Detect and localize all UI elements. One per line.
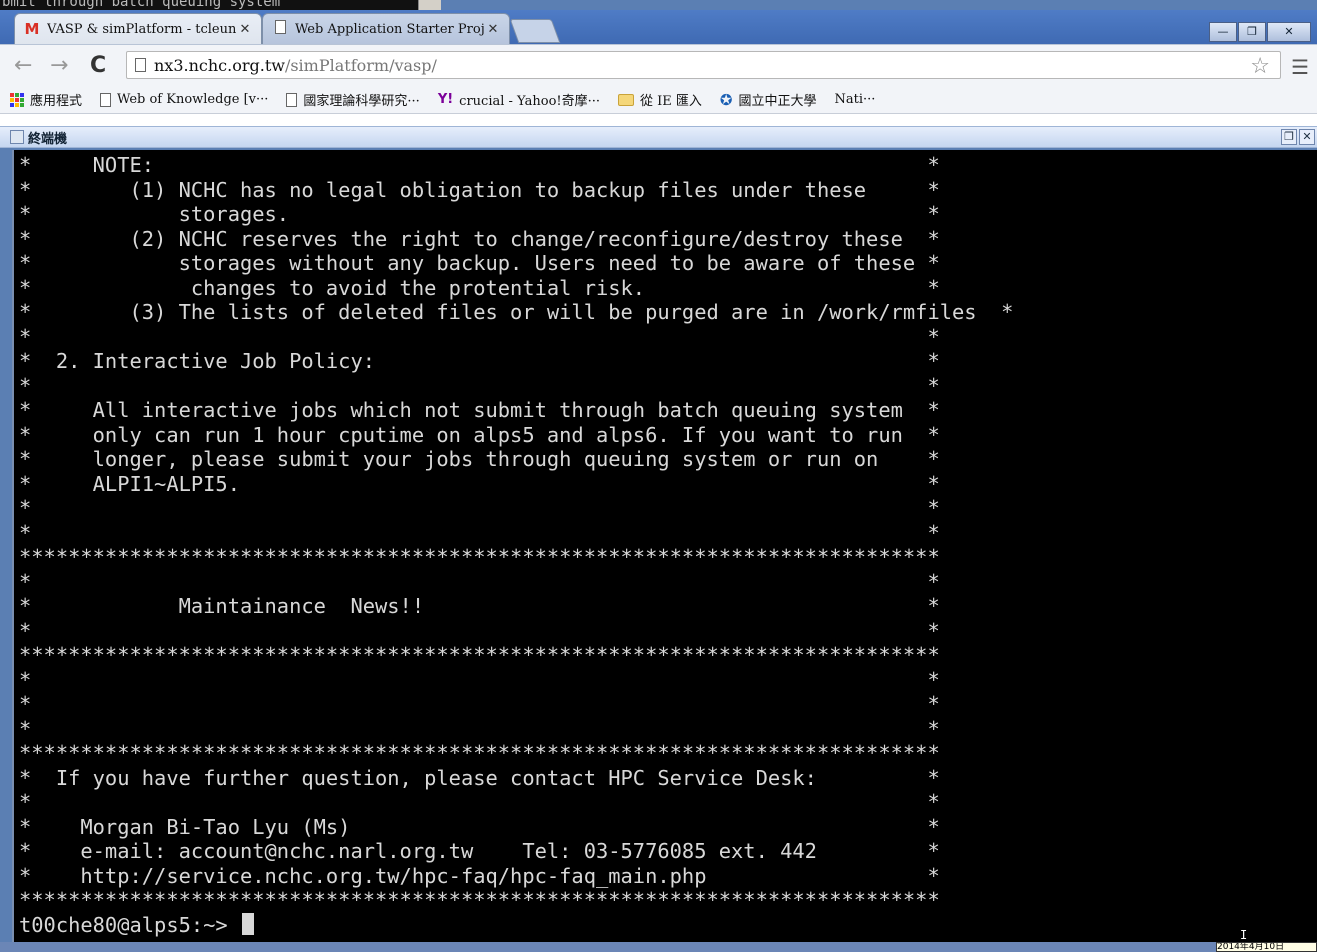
page-icon [100, 92, 112, 107]
background-terminal-text: bmit through batch queuing system [0, 0, 422, 10]
panel-controls: ❐ ✕ [1281, 129, 1315, 145]
terminal-line: * (1) NCHC has no legal obligation to ba… [19, 177, 940, 202]
close-window-button[interactable]: ✕ [1267, 22, 1311, 42]
gmail-icon: M [24, 20, 40, 38]
terminal-line: * e-mail: account@nchc.narl.org.tw Tel: … [19, 839, 940, 863]
taskbar [0, 942, 1317, 952]
terminal-line: * changes to avoid the protential risk. … [19, 275, 940, 300]
bookmark-ccu[interactable]: ✪ 國立中正大學 [719, 90, 817, 110]
shell-prompt: t00che80@alps5:~> [19, 912, 240, 937]
terminal-line: * * [19, 667, 940, 692]
terminal-line: * * [19, 569, 940, 594]
page-icon [271, 20, 289, 38]
bookmark-star-icon[interactable]: ☆ [1250, 54, 1270, 79]
apps-grid-icon [10, 92, 24, 107]
terminal-lines: * NOTE: * * (1) NCHC has no legal obliga… [19, 153, 1013, 912]
terminal-line: * * [19, 618, 940, 643]
close-panel-icon[interactable]: ✕ [1299, 129, 1315, 145]
bookmark-label: 應用程式 [30, 94, 83, 109]
terminal-line: * (3) The lists of deleted files or will… [19, 300, 1014, 324]
bookmark-label: 國立中正大學 [738, 94, 817, 109]
browser-tab-strip: M VASP & simPlatform - tcleun ✕ Web Appl… [0, 10, 1317, 44]
yahoo-icon: Y! [437, 92, 454, 107]
new-tab-button[interactable] [509, 19, 561, 43]
bookmark-nati[interactable]: Nati··· [835, 92, 876, 107]
bookmark-label: Web of Knowledge [v··· [117, 92, 269, 107]
close-icon[interactable]: ✕ [485, 22, 501, 37]
bookmarks-bar: 應用程式 Web of Knowledge [v··· 國家理論科學研究··· … [0, 86, 1317, 114]
terminal-line: * * [19, 716, 940, 741]
back-arrow-icon[interactable]: ← [14, 53, 32, 78]
tab-web-application[interactable]: Web Application Starter Proje ✕ [262, 13, 510, 44]
bookmark-apps[interactable]: 應用程式 [10, 90, 82, 109]
terminal-line: ****************************************… [19, 643, 940, 667]
restore-button[interactable]: ❐ [1238, 22, 1266, 42]
bookmark-label: 從 IE 匯入 [640, 94, 702, 109]
bookmark-national-theory-center[interactable]: 國家理論科學研究··· [286, 90, 420, 109]
restore-panel-icon[interactable]: ❐ [1281, 129, 1297, 145]
terminal-line: * * [19, 496, 940, 520]
terminal-line: * * [19, 790, 940, 814]
bookmark-crucial-yahoo[interactable]: Y! crucial - Yahoo!奇摩··· [438, 90, 600, 109]
url-host: nx3.nchc.org.tw [154, 55, 285, 75]
tab-vasp[interactable]: M VASP & simPlatform - tcleun ✕ [14, 13, 262, 44]
bookmark-label: 國家理論科學研究··· [303, 94, 420, 109]
terminal-line: * 2. Interactive Job Policy: * [19, 349, 940, 373]
terminal-line: ****************************************… [19, 741, 940, 765]
terminal-line: * http://service.nchc.org.tw/hpc-faq/hpc… [19, 863, 940, 888]
minimize-button[interactable]: — [1209, 22, 1237, 42]
menu-icon[interactable]: ☰ [1291, 55, 1309, 79]
terminal-panel-header: 終端機 ❐ ✕ [0, 126, 1317, 148]
terminal-line: * only can run 1 hour cputime on alps5 a… [19, 422, 940, 447]
terminal-output: * NOTE: * * (1) NCHC has no legal obliga… [14, 150, 1317, 937]
terminal-line: * storages without any backup. Users nee… [19, 251, 940, 275]
background-scrollbar [418, 0, 441, 10]
terminal-window[interactable]: * NOTE: * * (1) NCHC has no legal obliga… [12, 150, 1317, 942]
terminal-panel-icon [10, 130, 24, 144]
browser-toolbar: ← → C nx3.nchc.org.tw/simPlatform/vasp/ … [0, 44, 1317, 86]
url-path: /simPlatform/vasp/ [284, 55, 437, 75]
address-bar[interactable]: nx3.nchc.org.tw/simPlatform/vasp/ ☆ [126, 51, 1281, 79]
bookmark-label: Nati··· [834, 92, 876, 107]
tab-title: VASP & simPlatform - tcleun [47, 21, 237, 37]
page-top-strip [0, 114, 1317, 126]
left-gutter [0, 150, 12, 952]
terminal-line: * longer, please submit your jobs throug… [19, 447, 940, 471]
taskbar-clock[interactable]: 2014年4月10日 [1216, 942, 1317, 952]
text-cursor [241, 912, 254, 935]
terminal-line: * If you have further question, please c… [19, 765, 940, 790]
terminal-line: * * [19, 373, 940, 398]
page-icon [286, 92, 298, 107]
bookmark-label: crucial - Yahoo!奇摩··· [459, 94, 601, 109]
terminal-line: ****************************************… [19, 545, 940, 569]
terminal-line: ****************************************… [19, 888, 940, 912]
terminal-line: * NOTE: * [19, 153, 940, 177]
window-controls: — ❐ ✕ [1209, 22, 1311, 42]
page-icon [135, 58, 146, 72]
folder-icon [618, 93, 635, 106]
forward-arrow-icon[interactable]: → [50, 53, 68, 78]
terminal-line: * ALPI1~ALPI5. * [19, 471, 940, 496]
terminal-line: * (2) NCHC reserves the right to change/… [19, 226, 940, 251]
terminal-line: * Maintainance News!! * [19, 594, 940, 618]
tab-title: Web Application Starter Proje [295, 21, 485, 37]
terminal-line: * * [19, 520, 940, 545]
close-icon[interactable]: ✕ [237, 22, 253, 37]
bookmark-folder-ie-import[interactable]: 從 IE 匯入 [618, 90, 702, 109]
panel-title: 終端機 [28, 131, 68, 147]
bookmark-web-of-knowledge[interactable]: Web of Knowledge [v··· [100, 92, 268, 107]
terminal-line: * All interactive jobs which not submit … [19, 398, 940, 422]
reload-icon[interactable]: C [90, 53, 106, 78]
terminal-line: * * [19, 692, 940, 716]
mouse-ibeam-icon: I [1240, 928, 1248, 942]
terminal-line: * storages. * [19, 202, 940, 226]
ccu-logo-icon: ✪ [719, 90, 733, 109]
terminal-line: * Morgan Bi-Tao Lyu (Ms) * [19, 814, 940, 839]
terminal-line: * * [19, 324, 940, 349]
